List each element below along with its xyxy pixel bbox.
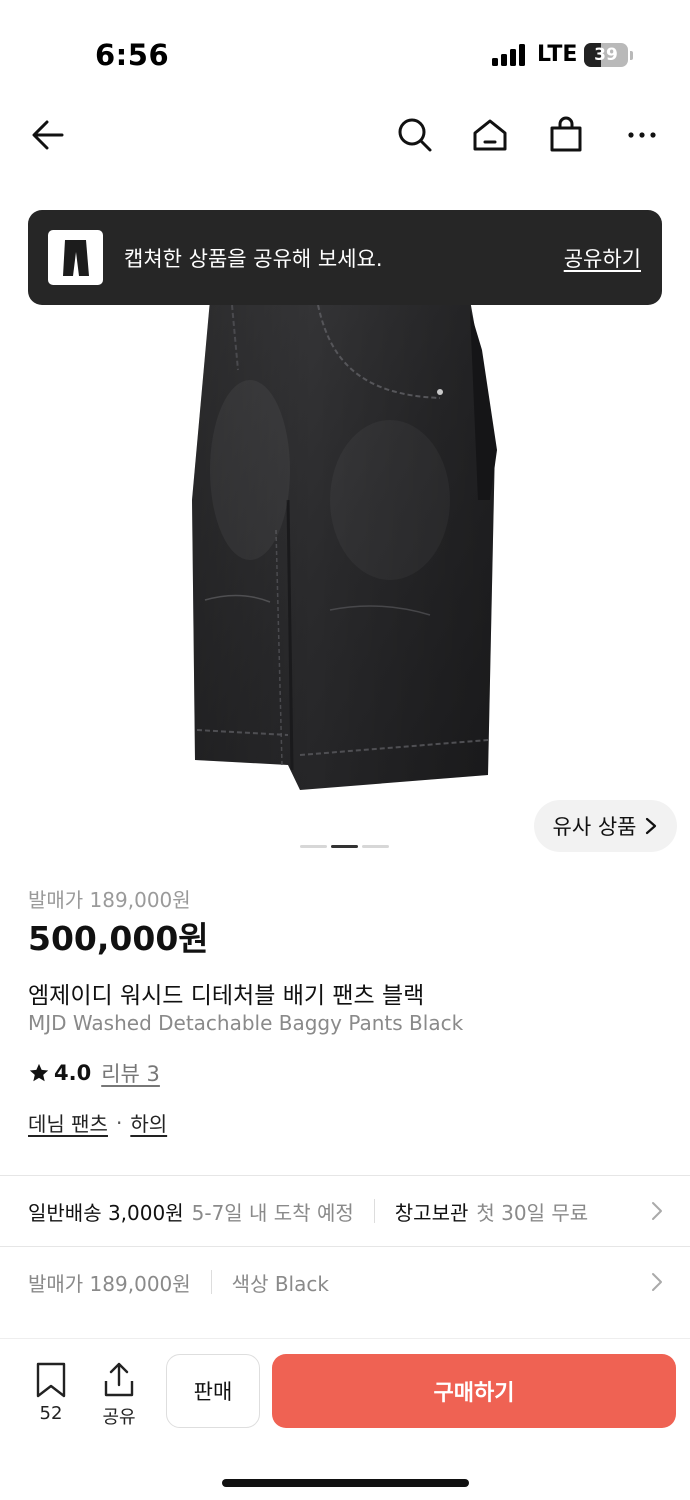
row-separator	[373, 1199, 375, 1223]
page-dot	[300, 845, 327, 848]
shopping-bag-icon[interactable]	[544, 113, 588, 157]
more-icon[interactable]	[620, 113, 664, 157]
top-nav	[0, 100, 690, 170]
rating-value: 4.0	[54, 1061, 92, 1085]
star-icon	[29, 1063, 49, 1082]
category-link-denim-pants[interactable]: 데님 팬츠	[28, 1108, 108, 1137]
gallery-page-indicator	[300, 845, 389, 849]
option-color: 색상 Black	[231, 1271, 329, 1296]
chevron-right-icon	[652, 1273, 662, 1291]
page-dot	[331, 845, 358, 848]
toast-message: 캡쳐한 상품을 공유해 보세요.	[124, 247, 383, 271]
product-price: 500,000원	[28, 919, 209, 958]
option-row[interactable]: 발매가 189,000원 색상 Black	[0, 1247, 690, 1317]
home-indicator	[222, 1479, 469, 1487]
product-name-en: MJD Washed Detachable Baggy Pants Black	[28, 1011, 464, 1035]
bookmark-icon	[36, 1362, 66, 1398]
category-breadcrumb: 데님 팬츠 · 하의	[28, 1108, 167, 1137]
status-time: 6:56	[95, 38, 170, 72]
search-icon[interactable]	[393, 113, 437, 157]
storage-label: 창고보관	[394, 1200, 469, 1225]
toast-share-link[interactable]: 공유하기	[564, 243, 641, 273]
chevron-right-icon	[646, 817, 657, 835]
battery-cap	[630, 51, 633, 60]
shipping-row[interactable]: 일반배송 3,000원 5-7일 내 도착 예정 창고보관 첫 30일 무료	[0, 1176, 690, 1246]
network-label: LTE	[537, 42, 578, 67]
row-separator	[210, 1270, 212, 1294]
chevron-right-icon	[652, 1202, 662, 1220]
share-button[interactable]: 공유	[89, 1361, 149, 1429]
review-link[interactable]: 리뷰 3	[101, 1058, 160, 1088]
signal-icon	[492, 44, 528, 66]
category-link-bottoms[interactable]: 하의	[130, 1108, 167, 1137]
status-bar: 6:56 LTE 39	[0, 0, 690, 100]
home-icon[interactable]	[468, 113, 512, 157]
bottom-action-bar: 52 공유 판매 구매하기	[0, 1338, 690, 1500]
toast-thumbnail	[48, 230, 103, 285]
shipping-label: 일반배송 3,000원	[28, 1200, 184, 1225]
shipping-eta: 5-7일 내 도착 예정	[191, 1200, 354, 1225]
rating-row: 4.0 리뷰 3	[28, 1058, 160, 1088]
share-icon	[104, 1362, 134, 1397]
buy-button[interactable]: 구매하기	[272, 1354, 676, 1428]
option-release-price: 발매가 189,000원	[28, 1271, 191, 1296]
page-dot	[362, 845, 389, 848]
share-label: 공유	[102, 1407, 136, 1428]
storage-note: 첫 30일 무료	[476, 1200, 589, 1225]
release-price: 발매가 189,000원	[28, 888, 191, 912]
product-name-ko: 엠제이디 워시드 디테처블 배기 팬츠 블랙	[28, 983, 425, 1009]
bookmark-count: 52	[39, 1403, 63, 1424]
bookmark-button[interactable]: 52	[21, 1361, 81, 1424]
similar-products-button[interactable]: 유사 상품	[534, 800, 677, 852]
category-separator: ·	[115, 1110, 123, 1135]
sell-button[interactable]: 판매	[166, 1354, 260, 1428]
battery-percent: 39	[594, 45, 618, 65]
share-toast: 캡쳐한 상품을 공유해 보세요. 공유하기	[28, 210, 662, 305]
battery-icon: 39	[584, 43, 628, 67]
similar-products-label: 유사 상품	[552, 815, 637, 839]
back-arrow-icon[interactable]	[26, 113, 70, 157]
